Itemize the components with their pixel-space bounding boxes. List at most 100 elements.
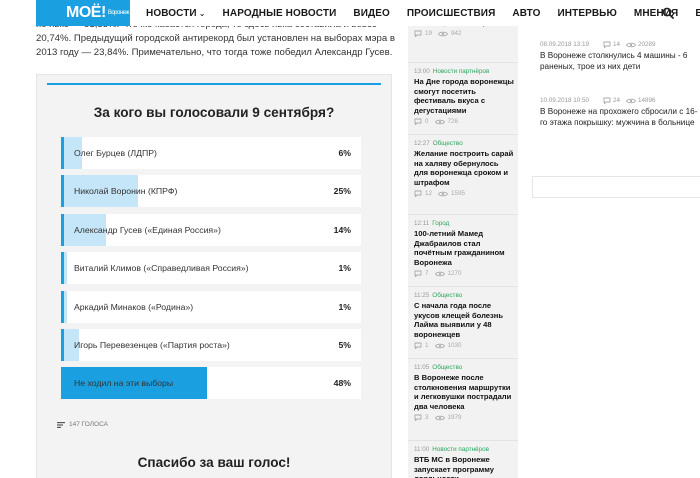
popular-news-item[interactable]: 08.09.2018 13:19 14 20289 В Воронеже столкн…	[540, 41, 700, 73]
feed-item-title[interactable]: На Дне города воронежцы смогут посетить …	[414, 77, 514, 115]
feed-item-category[interactable]: Новости партнёров	[432, 446, 489, 453]
popular-news-title[interactable]: В Воронеже столкнулись 4 машины - 6 ране…	[540, 51, 700, 73]
sidebar-box	[532, 176, 700, 198]
feed-item-category[interactable]: Общество	[432, 292, 462, 299]
comment-count: 0	[425, 118, 429, 126]
feed-item-title[interactable]: С начала года после укусов клещей болезн…	[414, 301, 514, 339]
feed-item-category[interactable]: Общество	[433, 140, 463, 147]
poll-option[interactable]: Александр Гусев («Единая Россия») 14%	[61, 213, 361, 246]
feed-item-stats: 3 1979	[414, 414, 514, 422]
feed-item-time: 13:00	[414, 68, 430, 75]
nav-item-label: АВТО	[512, 7, 541, 19]
nav-item[interactable]: ЕЩЁ⌄	[695, 8, 700, 19]
feed-item-title[interactable]: 100-летний Мамед Джабраилов стал почётны…	[414, 229, 514, 267]
news-feed-item[interactable]: 12:27 Общество Желание построить сарай на …	[414, 140, 514, 198]
comment-icon	[603, 97, 611, 104]
news-feed-item[interactable]: 12:11 Город 100-летний Мамед Джабраилов ст…	[414, 220, 514, 278]
popular-news-title[interactable]: В Воронеже на прохожего сбросили с 16-го…	[540, 107, 700, 129]
poll-option-percent: 5%	[338, 339, 351, 350]
site-header: МОЁ! Воронеж НОВОСТИ ⌄ НАРОДНЫЕ НОВОСТИ ВИДЕ…	[0, 0, 700, 26]
poll-option[interactable]: Не ходил на эти выборы 48%	[61, 367, 361, 400]
comment-count: 19	[425, 30, 433, 38]
nav-item[interactable]: НОВОСТИ ⌄	[146, 8, 206, 19]
nav-item[interactable]: ИНТЕРВЬЮ	[558, 8, 617, 19]
news-feed-item[interactable]: 13:00 Новости партнёров На Дне города воро…	[414, 68, 514, 126]
poll-option-label: Олег Бурцев (ЛДПР)	[74, 148, 157, 158]
popular-news-meta: 10.09.2018 10:50 24 14896	[540, 97, 700, 104]
poll-option[interactable]: Аркадий Минаков («Родина») 1%	[61, 290, 361, 323]
popular-news-item[interactable]: 10.09.2018 10:50 24 14896 В Воронеже на про…	[540, 97, 700, 129]
news-feed: одиноких мужчин больше, чем женщин199421…	[408, 0, 518, 478]
poll-option-percent: 1%	[338, 301, 351, 312]
comment-count: 14	[613, 41, 621, 48]
view-count: 1595	[451, 190, 466, 198]
poll-result-bar	[64, 252, 67, 285]
feed-item-meta: 12:27 Общество	[414, 140, 514, 147]
feed-item-title[interactable]: В Воронеже после столкновения маршрутки …	[414, 373, 514, 411]
feed-item-stats: 1 1030	[414, 342, 514, 350]
feed-item-category[interactable]: Общество	[432, 364, 462, 371]
news-feed-item[interactable]: 11:00 Новости партнёров ВТБ МС в Воронеже …	[414, 446, 514, 478]
comment-count: 7	[425, 270, 429, 278]
view-count: 1979	[447, 414, 462, 422]
poll-options: Олег Бурцев (ЛДПР) 6% Николай Воронин (КПР…	[61, 137, 361, 406]
popular-news-meta: 08.09.2018 13:19 14 20289	[540, 41, 700, 48]
nav-item-label: ПРОИСШЕСТВИЯ	[406, 7, 496, 19]
eye-icon	[438, 191, 449, 197]
eye-icon	[438, 31, 449, 36]
feed-item-meta: 11:00 Новости партнёров	[414, 446, 514, 453]
news-feed-item[interactable]: 11:25 Общество С начала года после укусов …	[414, 292, 514, 350]
bar-chart-icon	[57, 421, 65, 428]
poll-option-label: Аркадий Минаков («Родина»)	[74, 301, 194, 312]
poll-option-percent: 1%	[338, 263, 351, 274]
nav-item[interactable]: АВТО	[512, 8, 540, 19]
logo-subtext: Воронеж	[107, 10, 130, 16]
nav-item-label: ИНТЕРВЬЮ	[557, 7, 617, 19]
eye-icon	[434, 119, 445, 125]
nav-item[interactable]: ПРОИСШЕСТВИЯ	[407, 8, 496, 19]
feed-item-category[interactable]: Новости партнёров	[433, 68, 490, 75]
site-logo[interactable]: МОЁ! Воронеж	[36, 0, 130, 26]
poll-option[interactable]: Игорь Перевезенцев («Партия роста») 5%	[61, 328, 361, 361]
eye-icon	[434, 415, 445, 421]
search-icon[interactable]	[662, 7, 674, 19]
feed-item-meta: 11:05 Общество	[414, 364, 514, 371]
poll-accent-line	[47, 83, 381, 85]
poll-option-percent: 6%	[338, 148, 351, 158]
view-count: 14896	[638, 97, 656, 104]
feed-item-category[interactable]: Город	[432, 220, 449, 227]
feed-item-meta: 11:25 Общество	[414, 292, 514, 299]
comment-icon	[414, 118, 422, 126]
eye-icon	[434, 271, 445, 277]
feed-item-stats: 19 942	[414, 30, 514, 38]
poll-option[interactable]: Виталий Климов («Справедливая Россия») 1%	[61, 252, 361, 285]
poll-vote-count: 147 ГОЛОСА	[57, 421, 108, 428]
poll-option-label: Виталий Климов («Справедливая Россия»)	[74, 263, 249, 274]
nav-item-label: ЕЩЁ	[695, 7, 700, 19]
feed-divider	[408, 440, 518, 441]
nav-item[interactable]: ВИДЕО	[353, 8, 389, 19]
article-line: 20,74%. Предыдущий городской антирекорд …	[36, 33, 395, 44]
feed-divider	[408, 286, 518, 287]
news-date: 08.09.2018 13:19	[540, 41, 590, 48]
comment-count: 1	[425, 342, 429, 350]
poll-option-percent: 25%	[333, 186, 351, 197]
feed-item-time: 11:00	[414, 446, 430, 453]
comment-icon	[414, 30, 422, 38]
comment-count: 3	[425, 414, 429, 422]
feed-item-stats: 12 1595	[414, 190, 514, 198]
nav-item[interactable]: НАРОДНЫЕ НОВОСТИ	[223, 8, 337, 19]
feed-item-title[interactable]: Желание построить сарай на халяву оберну…	[414, 149, 514, 187]
feed-divider	[408, 62, 518, 63]
view-count: 942	[451, 30, 462, 38]
logo-text: МОЁ!	[66, 4, 106, 22]
feed-item-title[interactable]: ВТБ МС в Воронеже запускает программу ло…	[414, 455, 514, 478]
nav-item-label: ВИДЕО	[353, 7, 390, 19]
news-feed-item[interactable]: 11:05 Общество В Воронеже после столкновен…	[414, 364, 514, 422]
poll-option[interactable]: Николай Воронин (КПРФ) 25%	[61, 175, 361, 208]
poll-option-percent: 14%	[333, 224, 351, 235]
eye-icon	[626, 42, 637, 47]
feed-divider	[408, 214, 518, 215]
view-count: 1270	[447, 270, 462, 278]
poll-option[interactable]: Олег Бурцев (ЛДПР) 6%	[61, 137, 361, 169]
